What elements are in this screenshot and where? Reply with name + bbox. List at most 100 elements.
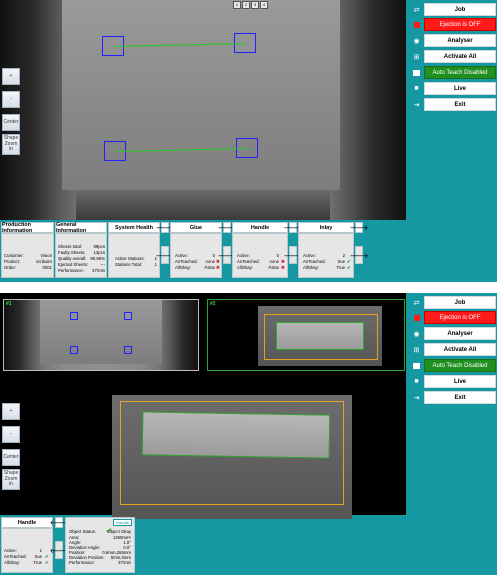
info-strip: Production Information Customer: Vision P…: [0, 222, 497, 280]
shape-zoom-button[interactable]: Shape Zoom in: [2, 134, 20, 155]
swap-icon: ⇄: [413, 299, 420, 307]
production-value: Vision: [40, 253, 52, 258]
live-button[interactable]: Live: [424, 375, 496, 388]
handle-label: AnTeached:: [4, 554, 27, 559]
health-label: Active Stations:: [115, 256, 145, 261]
auto-teach-button[interactable]: Auto Teach Disabled: [424, 66, 496, 79]
arrow-right-icon[interactable]: 🡒: [350, 222, 368, 233]
glue-value: False: [204, 265, 215, 270]
glue-label: Active:: [175, 253, 188, 258]
activate-all-button[interactable]: Activate All: [424, 50, 496, 63]
menu-row-live: ■ Live: [410, 375, 497, 388]
menu-row-ejection: Ejection is OFF: [410, 18, 497, 31]
camera-icon: ■: [414, 85, 419, 92]
arrow-left-icon[interactable]: 🡐: [50, 517, 68, 528]
zoom-out-button[interactable]: -: [2, 426, 20, 443]
menu-row-exit: ⇥ Exit: [410, 98, 497, 111]
teach-icon: [410, 359, 423, 372]
health-value: 1: [154, 262, 157, 267]
stop-icon: [410, 18, 423, 31]
job-button[interactable]: Job: [424, 3, 496, 16]
ejection-toggle-button[interactable]: Ejection is OFF: [424, 18, 496, 31]
production-info-header[interactable]: Production Information: [1, 222, 54, 234]
product-sheet: [40, 300, 162, 364]
detail-label: Object Status:: [69, 529, 96, 534]
zoom-in-button[interactable]: +: [2, 68, 20, 85]
arrow-left-icon[interactable]: 🡐: [50, 541, 68, 559]
general-value: 86.86%: [90, 256, 105, 261]
live-button[interactable]: Live: [424, 82, 496, 95]
inlay-label: Active:: [303, 253, 316, 258]
glue-label: AnTeached:: [175, 259, 198, 264]
inlay-panel: Active: 2 AnTeached: true AllOkay: True ✔ ✔: [298, 233, 354, 278]
analyser-button[interactable]: Analyser: [424, 34, 496, 47]
handle-header[interactable]: Handle: [1, 517, 53, 528]
handle-panel: Active: 0 AnTeached: none AllOkay: False ✖ …: [232, 233, 288, 278]
arrow-right-icon[interactable]: 🡒: [284, 222, 302, 233]
system-health-header[interactable]: System Health: [108, 222, 160, 233]
job-button[interactable]: Job: [424, 296, 496, 309]
camera-view[interactable]: 1 2 3 4 + - Center Shape Zoom in: [0, 0, 406, 220]
toolbar-button-3[interactable]: 3: [251, 1, 259, 9]
production-label: Product:: [4, 259, 21, 264]
detail-value: 37/min: [118, 560, 131, 565]
production-value: 0001: [42, 265, 52, 270]
inlay-value: true: [337, 259, 345, 264]
toolbar-button-2[interactable]: 2: [242, 1, 250, 9]
analyser-button[interactable]: Analyser: [424, 327, 496, 340]
arrow-right-icon[interactable]: 🡒: [156, 246, 174, 264]
general-info-header[interactable]: General Information: [55, 222, 107, 234]
production-info-panel: Customer: Vision Product: scribaim Order: 0…: [1, 233, 54, 278]
roi-box: [124, 312, 132, 320]
glue-value: none: [205, 259, 215, 264]
toolbar-button-1[interactable]: 1: [233, 1, 241, 9]
camera-thumbnail-1[interactable]: #1: [3, 299, 199, 371]
camera-thumbnail-2[interactable]: #2: [207, 299, 405, 371]
inlay-header[interactable]: Inlay: [298, 222, 354, 233]
right-menu: ⇄ Job Ejection is OFF ◉ Analyser ⊞ Activ…: [410, 296, 497, 406]
center-button[interactable]: Center: [2, 449, 20, 466]
glue-header[interactable]: Glue: [170, 222, 222, 233]
general-info-panel: Sheets total: 99pcs Faulty Sheets: 13pcs Q…: [55, 233, 107, 278]
menu-row-autoteach: Auto Teach Disabled: [410, 66, 497, 79]
arrow-right-icon[interactable]: 🡒: [156, 222, 174, 233]
handle-value: True: [33, 560, 42, 565]
arrow-right-icon[interactable]: 🡒: [218, 246, 236, 264]
toolbar-button-4[interactable]: 4: [260, 1, 268, 9]
exit-button[interactable]: Exit: [424, 98, 496, 111]
menu-row-analyser: ◉ Analyser: [410, 34, 497, 47]
grid-icon: ⊞: [413, 346, 420, 354]
activate-all-button[interactable]: Activate All: [424, 343, 496, 356]
swap-icon: ⇄: [413, 6, 420, 14]
general-value: ---: [100, 262, 105, 267]
general-label: Sheets total:: [58, 244, 82, 249]
production-value: scribaim: [36, 259, 52, 264]
zoom-in-button[interactable]: +: [2, 403, 20, 420]
zoom-out-button[interactable]: -: [2, 91, 20, 108]
production-label: Order:: [4, 265, 17, 270]
arrow-right-icon[interactable]: 🡒: [350, 246, 368, 264]
roi-box: [70, 346, 78, 354]
center-button[interactable]: Center: [2, 114, 20, 131]
roi-box: [124, 346, 132, 354]
general-label: Faulty Sheets:: [58, 250, 86, 255]
shape-zoom-button[interactable]: Shape Zoom in: [2, 469, 20, 490]
detail-screen: #1 #2 + - Center Shape Zoom in ⇄ Job Eje…: [0, 293, 497, 575]
arrow-right-icon[interactable]: 🡒: [218, 222, 236, 233]
glue-panel: Active: 0 AnTeached: none AllOkay: False ✖ …: [170, 233, 222, 278]
handle-value: true: [34, 554, 42, 559]
ejection-toggle-button[interactable]: Ejection is OFF: [424, 311, 496, 324]
detected-part: [141, 411, 331, 459]
general-label: Performance:: [58, 268, 84, 273]
auto-teach-button[interactable]: Auto Teach Disabled: [424, 359, 496, 372]
handle-header[interactable]: Handle: [232, 222, 288, 233]
menu-row-autoteach: Auto Teach Disabled: [410, 359, 497, 372]
arrow-right-icon[interactable]: 🡒: [284, 246, 302, 264]
roi-box: [70, 312, 78, 320]
detail-camera-view[interactable]: [112, 395, 352, 519]
fail-icon: ✖: [281, 265, 285, 270]
exit-button[interactable]: Exit: [424, 391, 496, 404]
fail-icon: ✖: [216, 265, 220, 270]
general-value: 37/min: [92, 268, 105, 273]
eye-icon: ◉: [413, 330, 420, 338]
